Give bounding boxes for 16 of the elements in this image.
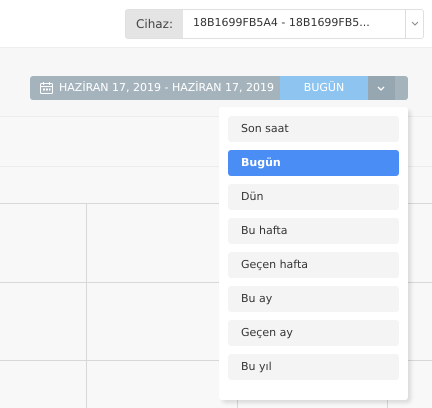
preset-option[interactable]: Son saat [228, 116, 399, 142]
chevron-down-icon [377, 86, 386, 90]
preset-option[interactable]: Geçen ay [228, 320, 399, 346]
device-selector[interactable]: Cihaz: 18B1699FB5A4 - 18B1699FB5... [124, 8, 424, 38]
chevron-down-icon [410, 21, 418, 26]
device-label: Cihaz: [134, 16, 174, 32]
device-value: 18B1699FB5A4 - 18B1699FB5... [183, 10, 405, 38]
preset-option[interactable]: Bu hafta [228, 218, 399, 244]
calendar-icon [40, 82, 53, 94]
date-range-text: HAZİRAN 17, 2019 - HAZİRAN 17, 2019 [59, 80, 275, 96]
preset-option[interactable]: Bu ay [228, 286, 399, 312]
preset-label: BUGÜN [280, 76, 368, 100]
preset-option[interactable]: Geçen hafta [228, 252, 399, 278]
preset-option[interactable]: Bu yıl [228, 354, 399, 380]
dropdown-toggle[interactable] [368, 76, 395, 100]
preset-option[interactable]: Dün [228, 184, 399, 210]
